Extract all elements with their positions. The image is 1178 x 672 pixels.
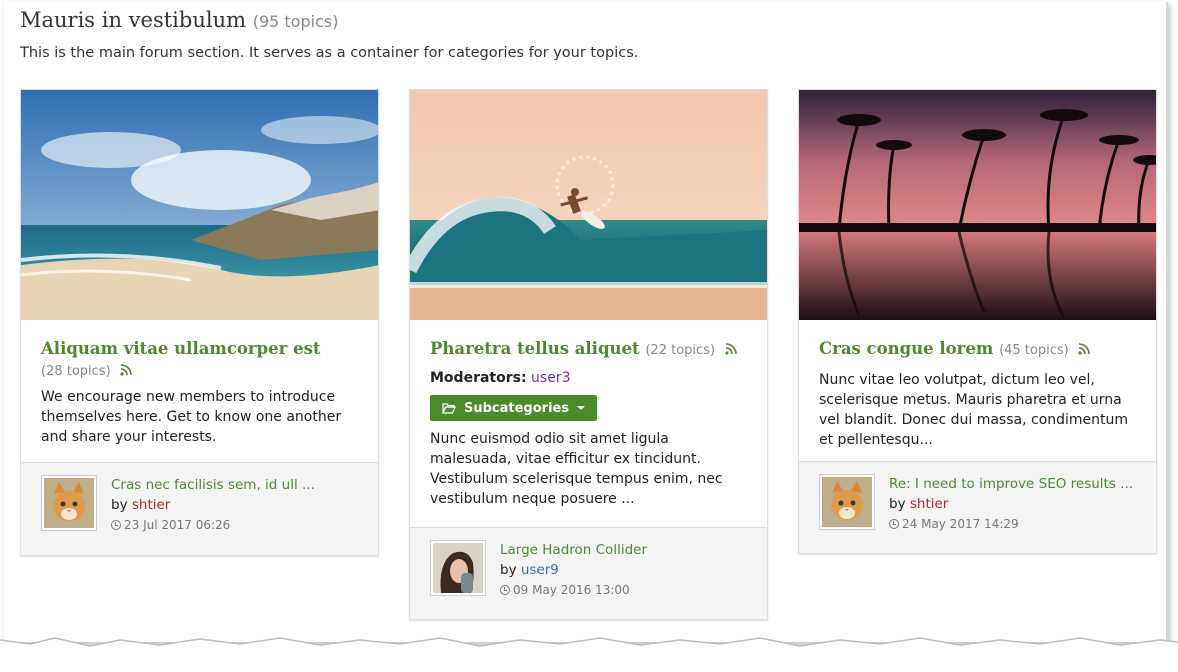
category-description: Nunc vitae leo volutpat, dictum leo vel,… [819, 372, 1129, 448]
category-topic-count: (28 topics) [41, 364, 111, 379]
by-label: by [500, 562, 517, 578]
last-post-date: 09 May 2016 13:00 [513, 583, 630, 597]
last-post-title[interactable]: Large Hadron Collider [500, 540, 647, 560]
last-post-author[interactable]: shtier [132, 497, 171, 513]
category-description: We encourage new members to introduce th… [41, 389, 342, 445]
last-post-author[interactable]: shtier [910, 496, 949, 512]
by-label: by [889, 496, 906, 512]
folder-open-icon [442, 402, 456, 414]
beach-photo[interactable] [21, 90, 378, 320]
section-description: This is the main forum section. It serve… [20, 45, 639, 61]
rss-icon[interactable] [120, 364, 132, 376]
woman-avatar[interactable] [430, 540, 486, 596]
section-title[interactable]: Mauris in vestibulum (95 topics) [20, 8, 338, 32]
category-title[interactable]: Aliquam vitae ullamcorper est [41, 338, 358, 360]
last-post-title[interactable]: Cras nec facilisis sem, id ull ... [111, 475, 315, 495]
rss-icon[interactable] [1078, 343, 1091, 355]
last-post: Re: I need to improve SEO results ... by… [799, 461, 1156, 553]
clock-icon [111, 520, 121, 530]
caret-down-icon [577, 406, 586, 410]
category-title[interactable]: Cras congue lorem (45 topics) [819, 338, 1136, 362]
category-card-1: Aliquam vitae ullamcorper est (28 topics… [20, 89, 379, 556]
moderator-link[interactable]: user3 [531, 370, 570, 386]
moderators: Moderators: user3 [430, 370, 747, 386]
surfer-photo[interactable] [410, 90, 767, 320]
clock-icon [500, 585, 510, 595]
rss-icon[interactable] [725, 343, 737, 355]
section-title-text[interactable]: Mauris in vestibulum [20, 8, 246, 32]
last-post-date: 23 Jul 2017 06:26 [124, 518, 231, 532]
clock-icon [889, 519, 899, 529]
category-title-text[interactable]: Pharetra tellus aliquet [430, 339, 640, 358]
category-title[interactable]: Pharetra tellus aliquet (22 topics) [430, 338, 747, 362]
category-topic-count: (45 topics) [999, 343, 1069, 358]
category-card-2: Pharetra tellus aliquet (22 topics) Mode… [409, 89, 768, 620]
torn-edge-decoration [0, 637, 1178, 672]
subcategories-button[interactable]: Subcategories [430, 395, 598, 421]
category-card-3: Cras congue lorem (45 topics) Nunc vitae… [798, 89, 1157, 554]
last-post: Large Hadron Collider by user9 09 May 20… [410, 527, 767, 619]
category-title-text[interactable]: Aliquam vitae ullamcorper est [41, 339, 321, 358]
last-post-title[interactable]: Re: I need to improve SEO results ... [889, 474, 1133, 494]
last-post-date: 24 May 2017 14:29 [902, 517, 1019, 531]
category-description: Nunc euismod odio sit amet ligula malesu… [430, 431, 723, 507]
last-post-author[interactable]: user9 [521, 562, 559, 578]
subcategories-label[interactable]: Subcategories [464, 401, 569, 416]
palm-sunset-photo[interactable] [799, 90, 1156, 320]
by-label: by [111, 497, 128, 513]
section-topic-count: (95 topics) [252, 12, 339, 31]
moderators-label: Moderators: [430, 370, 527, 386]
category-title-text[interactable]: Cras congue lorem [819, 339, 993, 358]
category-topic-count: (22 topics) [645, 343, 716, 358]
cat-avatar[interactable] [41, 475, 97, 531]
cat-avatar[interactable] [819, 474, 875, 530]
last-post: Cras nec facilisis sem, id ull ... by sh… [21, 462, 378, 555]
